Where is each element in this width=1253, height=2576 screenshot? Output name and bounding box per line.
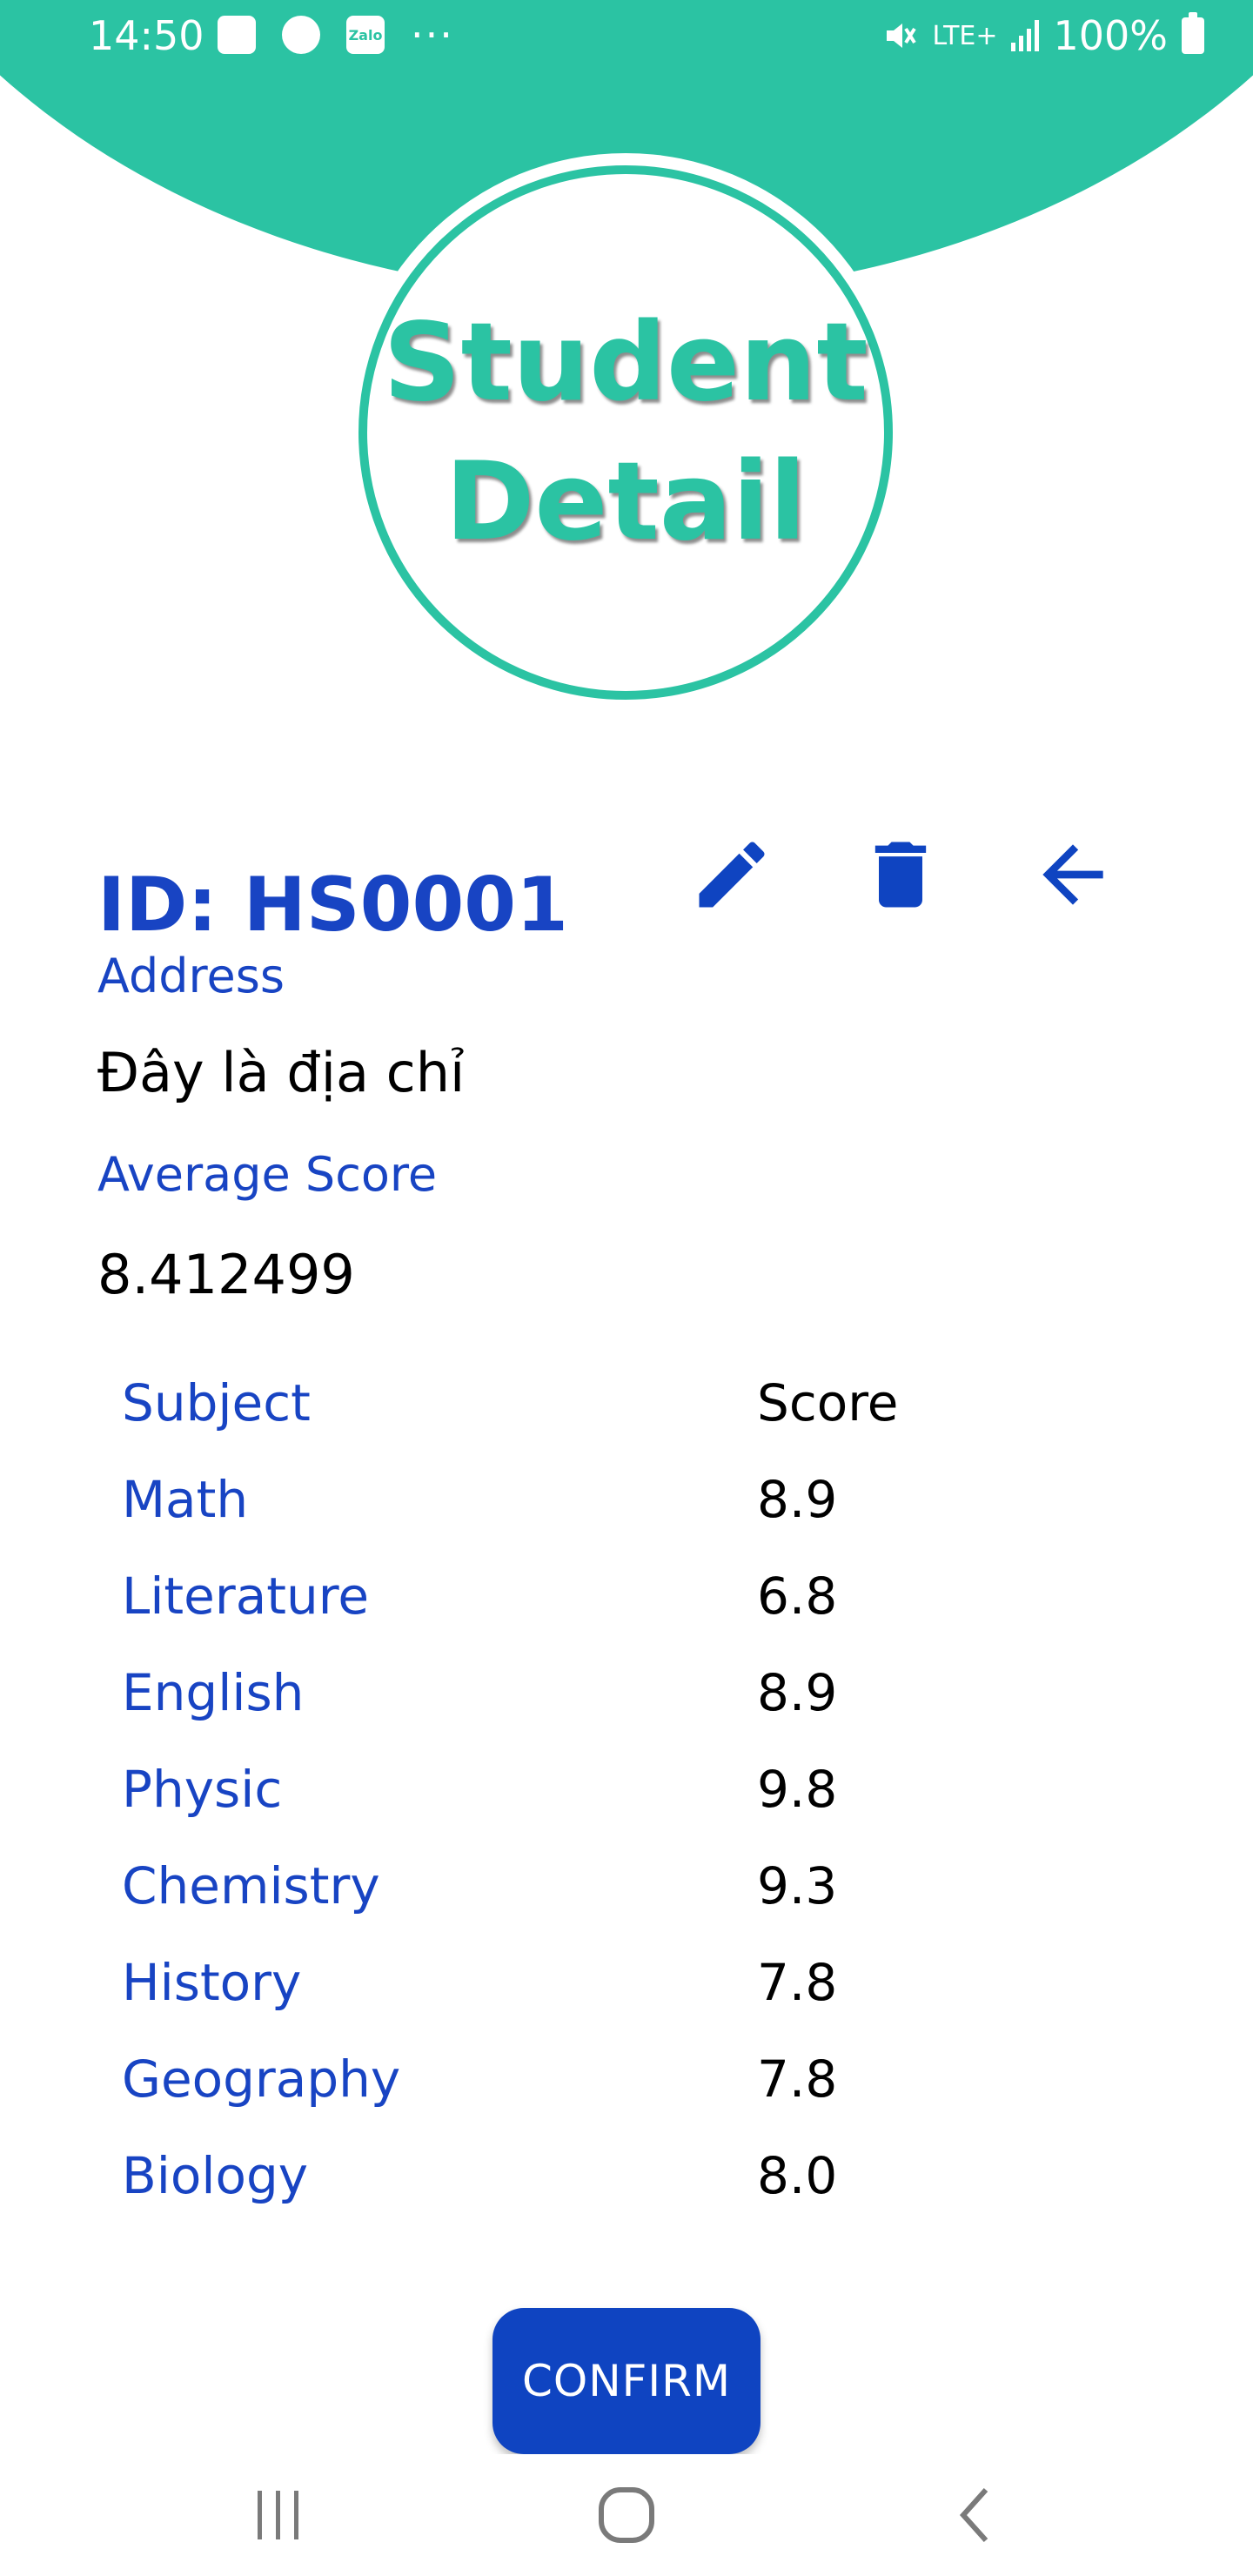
edit-button[interactable]	[684, 827, 780, 922]
score-table: Subject Score Math 8.9 Literature 6.8 En…	[122, 1365, 1131, 2234]
table-row: Biology 8.0	[122, 2137, 1131, 2234]
subject-name: Physic	[122, 1760, 283, 1819]
recent-apps-button[interactable]	[218, 2472, 339, 2559]
table-row: Math 8.9	[122, 1461, 1131, 1558]
page-title-line-1: Student	[383, 300, 868, 426]
subject-score: 8.9	[757, 1663, 838, 1722]
student-id: ID: HS0001	[97, 862, 568, 949]
battery-icon	[1182, 12, 1204, 54]
subject-name: English	[122, 1663, 305, 1722]
status-bar: 14:50 Zalo ··· LTE+ 100%	[0, 0, 1253, 71]
score-header: Score	[757, 1373, 899, 1432]
arrow-left-icon	[1042, 844, 1103, 905]
subject-name: Chemistry	[122, 1856, 380, 1915]
table-row: Chemistry 9.3	[122, 1848, 1131, 1944]
average-score-label: Average Score	[97, 1147, 438, 1202]
address-value: Đây là địa chỉ	[97, 1041, 466, 1104]
network-type: LTE+	[932, 20, 998, 51]
subject-score: 7.8	[757, 2049, 838, 2109]
subject-score: 8.9	[757, 1470, 838, 1529]
table-row: Literature 6.8	[122, 1558, 1131, 1654]
home-button[interactable]	[566, 2472, 687, 2559]
messenger-icon	[282, 16, 320, 54]
title-badge: Student Detail	[358, 165, 893, 700]
table-row: Geography 7.8	[122, 2041, 1131, 2137]
more-notifications-icon: ···	[411, 11, 454, 58]
subject-header: Subject	[122, 1373, 311, 1432]
status-time: 14:50	[89, 12, 204, 59]
system-back-button[interactable]	[914, 2472, 1035, 2559]
confirm-button[interactable]: CONFIRM	[492, 2308, 761, 2454]
zalo-icon: Zalo	[346, 16, 385, 54]
trash-icon	[874, 842, 927, 908]
gallery-icon	[218, 16, 256, 54]
table-header-row: Subject Score	[122, 1365, 1131, 1461]
subject-score: 9.8	[757, 1760, 838, 1819]
notification-icons: Zalo ···	[218, 11, 454, 58]
recent-apps-icon	[258, 2491, 298, 2539]
subject-name: Biology	[122, 2146, 309, 2205]
student-detail-screen: 14:50 Zalo ··· LTE+ 100% Student Detail	[0, 0, 1253, 2576]
signal-icon	[1011, 20, 1040, 51]
address-label: Address	[97, 949, 285, 1003]
subject-score: 9.3	[757, 1856, 838, 1915]
subject-score: 7.8	[757, 1953, 838, 2012]
system-navigation-bar	[0, 2454, 1253, 2576]
chevron-left-icon	[959, 2487, 988, 2543]
battery-percent: 100%	[1053, 12, 1168, 59]
page-title-line-2: Detail	[445, 439, 807, 565]
subject-name: History	[122, 1953, 302, 2012]
delete-button[interactable]	[853, 827, 948, 922]
table-row: Physic 9.8	[122, 1751, 1131, 1848]
mute-icon	[887, 23, 917, 48]
average-score-value: 8.412499	[97, 1243, 355, 1306]
home-icon	[599, 2487, 654, 2543]
page-title: Student Detail	[383, 293, 868, 572]
status-right: LTE+ 100%	[883, 12, 1204, 59]
subject-score: 8.0	[757, 2146, 838, 2205]
subject-name: Math	[122, 1470, 249, 1529]
back-button[interactable]	[1025, 827, 1121, 922]
pencil-icon	[699, 842, 765, 908]
subject-score: 6.8	[757, 1566, 838, 1626]
subject-name: Geography	[122, 2049, 401, 2109]
action-toolbar	[684, 827, 1128, 931]
subject-name: Literature	[122, 1566, 369, 1626]
table-row: English 8.9	[122, 1654, 1131, 1751]
table-row: History 7.8	[122, 1944, 1131, 2041]
